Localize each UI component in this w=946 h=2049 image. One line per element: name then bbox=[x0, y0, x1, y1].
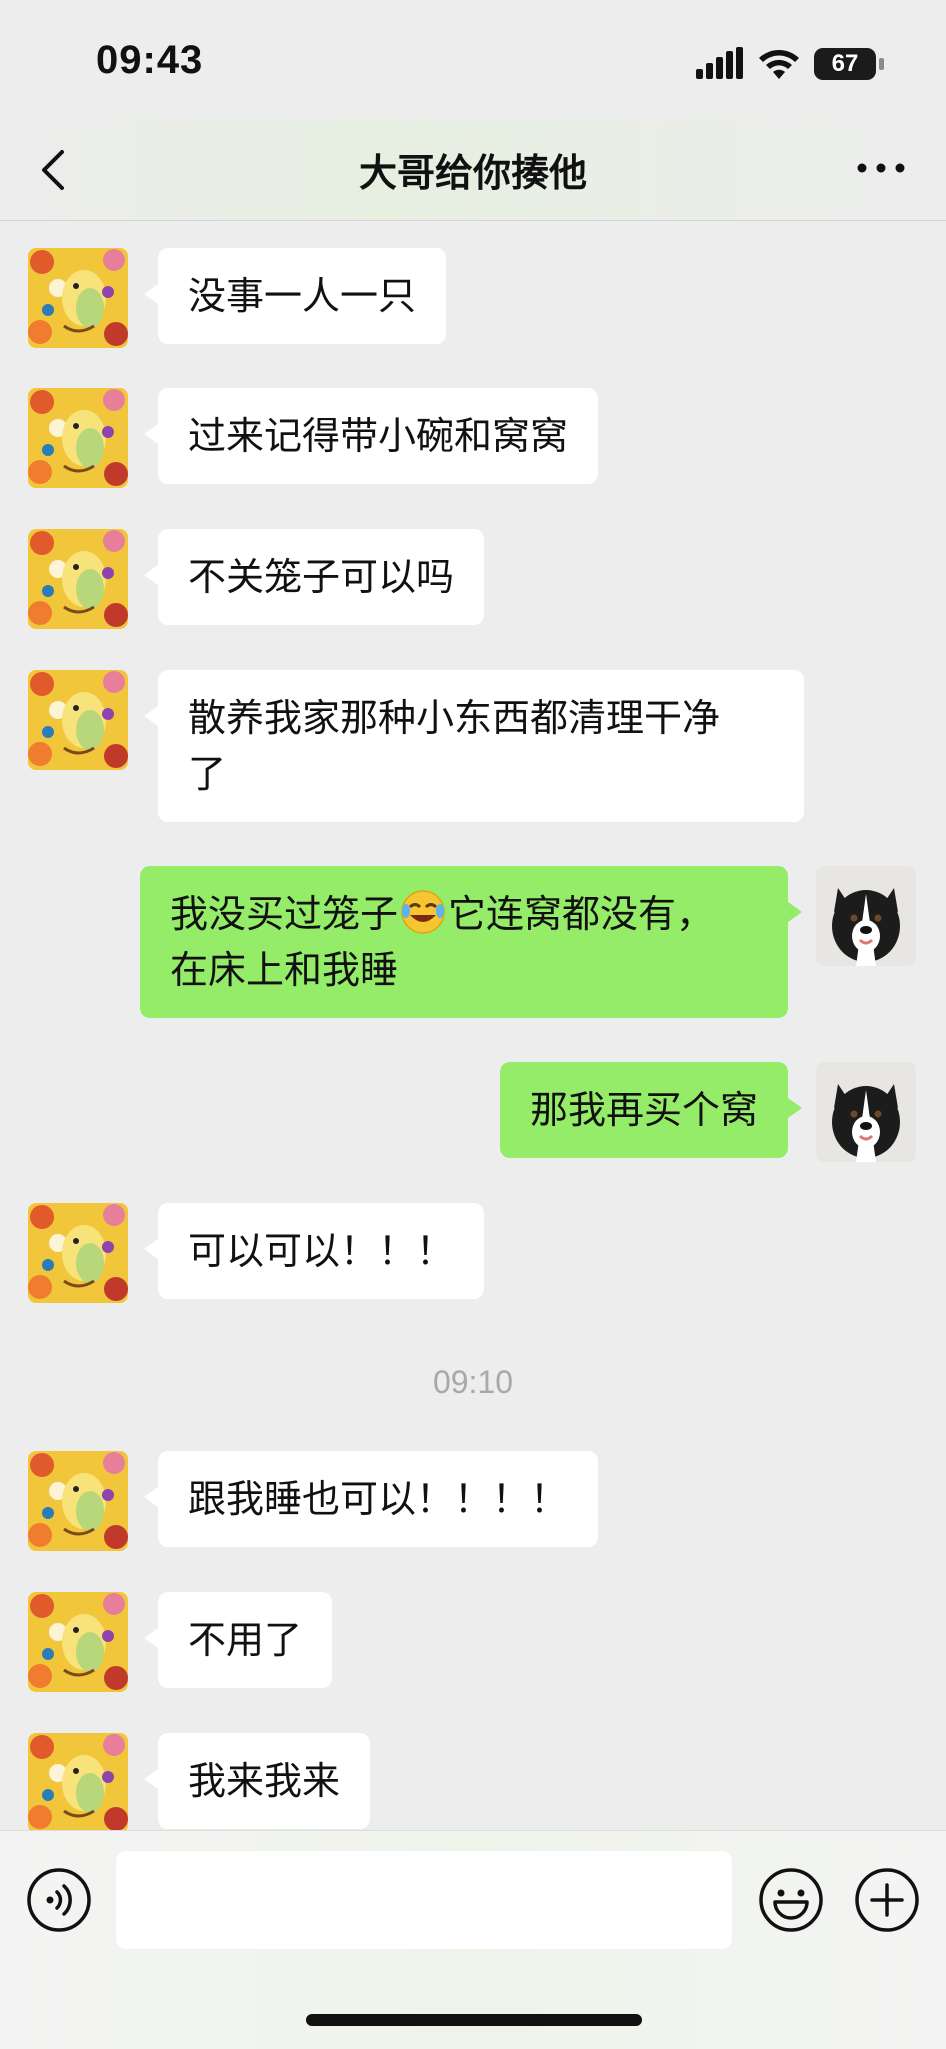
status-time: 09:43 bbox=[96, 38, 204, 82]
plus-icon[interactable] bbox=[854, 1867, 920, 1933]
contact-avatar[interactable] bbox=[28, 1733, 128, 1830]
outgoing-message-bubble[interactable]: 那我再买个窝 bbox=[499, 1062, 803, 1158]
wifi-icon bbox=[759, 50, 799, 79]
contact-avatar[interactable] bbox=[28, 248, 128, 348]
my-avatar[interactable] bbox=[816, 866, 916, 966]
incoming-message-bubble[interactable]: 不用了 bbox=[143, 1592, 333, 1688]
message-text: 我没买过笼子 bbox=[170, 892, 399, 936]
contact-avatar[interactable] bbox=[28, 1592, 128, 1692]
battery-level: 67 bbox=[831, 50, 859, 77]
chat-list[interactable]: 没事一人一只 过来记得带小碗和窝窝 不关笼子可以吗 散养我家那种小东西都清理干净… bbox=[0, 222, 946, 1830]
contact-avatar[interactable] bbox=[28, 1451, 128, 1551]
voice-icon[interactable] bbox=[26, 1867, 92, 1933]
status-bar: 09:43 67 bbox=[0, 0, 946, 120]
nav-bar: 大哥给你揍他 bbox=[0, 120, 946, 221]
contact-avatar[interactable] bbox=[28, 670, 128, 770]
contact-avatar[interactable] bbox=[28, 529, 128, 629]
contact-avatar[interactable] bbox=[28, 388, 128, 488]
home-indicator bbox=[306, 2014, 642, 2026]
incoming-message-bubble[interactable]: 过来记得带小碗和窝窝 bbox=[143, 388, 599, 484]
laughing-crying-emoji-icon bbox=[401, 890, 445, 934]
status-icons: 67 bbox=[696, 44, 884, 84]
incoming-message-bubble[interactable]: 不关笼子可以吗 bbox=[143, 529, 485, 625]
contact-avatar[interactable] bbox=[28, 1203, 128, 1303]
more-dots-icon[interactable] bbox=[856, 156, 906, 180]
emoji-icon[interactable] bbox=[758, 1867, 824, 1933]
cellular-signal-icon bbox=[696, 47, 743, 79]
incoming-message-bubble[interactable]: 可以可以！！！ bbox=[143, 1203, 485, 1299]
incoming-message-bubble[interactable]: 散养我家那种小东西都清理干净 了 bbox=[144, 670, 804, 822]
my-avatar[interactable] bbox=[816, 1062, 916, 1162]
message-timestamp: 09:10 bbox=[432, 1364, 514, 1400]
battery-indicator: 67 bbox=[814, 48, 884, 80]
outgoing-message-bubble[interactable]: 我没买过笼子 它连窝都没有， 在床上和我睡 bbox=[140, 866, 802, 1018]
incoming-message-bubble[interactable]: 没事一人一只 bbox=[143, 248, 447, 344]
message-input[interactable] bbox=[116, 1851, 732, 1949]
chat-title: 大哥给你揍他 bbox=[358, 151, 587, 195]
incoming-message-bubble[interactable]: 我来我来 bbox=[143, 1733, 371, 1829]
incoming-message-bubble[interactable]: 跟我睡也可以！！！！ bbox=[143, 1451, 599, 1547]
